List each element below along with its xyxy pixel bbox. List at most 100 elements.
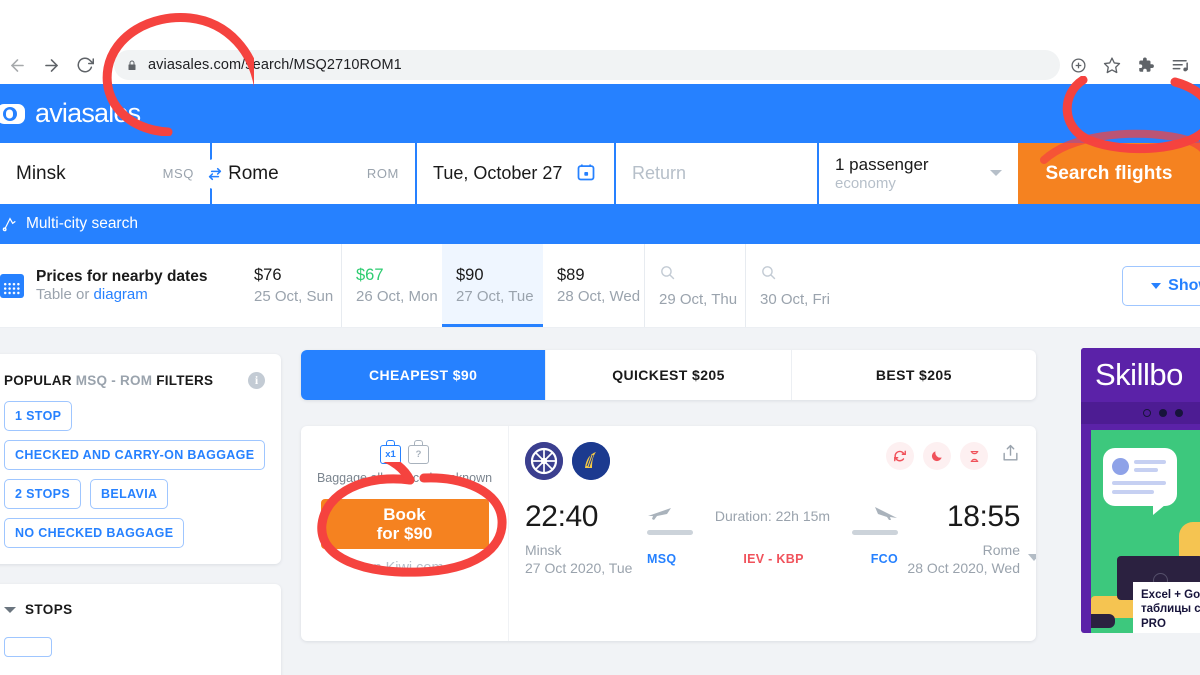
origin-code: MSQ: [162, 166, 194, 181]
flight-detail-column: 22:40 Minsk 27 Oct 2020, Tue Duration: 2…: [509, 426, 1036, 641]
lock-icon: [126, 59, 138, 72]
passengers-selector[interactable]: 1 passenger economy: [819, 143, 1018, 204]
popular-label: POPULAR: [4, 373, 72, 388]
airport-change-icon[interactable]: [886, 442, 914, 470]
route-bar-left: [647, 530, 693, 535]
sort-tabs: CHEAPEST $90 QUICKEST $205 BEST $205: [301, 350, 1036, 400]
departure-time: 22:40: [525, 500, 599, 533]
kiwi-logo: [525, 442, 563, 480]
route-bar-right: [852, 530, 898, 535]
tab-quickest[interactable]: QUICKEST $205: [545, 350, 790, 400]
ad-caption-line-3: PRO: [1141, 617, 1166, 630]
ad-banner[interactable]: Skillbo Excel + Go таблицы с PRO: [1081, 348, 1200, 633]
nearby-date-cell[interactable]: $89 28 Oct, Wed: [543, 244, 644, 327]
shoe-shape: [1091, 614, 1115, 628]
nearby-date-cell[interactable]: $76 25 Oct, Sun: [240, 244, 341, 327]
tab-best[interactable]: BEST $205: [790, 350, 1036, 400]
forward-arrow-icon[interactable]: [34, 48, 68, 82]
transfer-airports: IEV - KBP: [743, 552, 804, 566]
page-root: aviasales.com/search/MSQ2710ROM1 aviasal…: [0, 0, 1200, 675]
popular-filters-header: POPULAR MSQ - ROM FILTERS i: [4, 372, 265, 389]
booking-column: x1 ? Baggage allowance is unknown Book f…: [301, 426, 509, 641]
bookmark-star-icon[interactable]: [1103, 56, 1121, 74]
nearby-dates-subtitle: Table or diagram: [36, 286, 207, 303]
route-codes: MSQ IEV - KBP FCO: [647, 552, 898, 566]
filters-sidebar: POPULAR MSQ - ROM FILTERS i 1 STOP CHECK…: [0, 354, 281, 675]
ryanair-logo: [572, 442, 610, 480]
search-icon: [760, 264, 846, 286]
book-button[interactable]: Book for $90: [320, 499, 489, 549]
tab-cheapest[interactable]: CHEAPEST $90: [301, 350, 546, 400]
stops-filter-header[interactable]: STOPS: [4, 602, 265, 617]
results-column: CHEAPEST $90 QUICKEST $205 BEST $205 x1 …: [301, 350, 1036, 641]
aviasales-logo[interactable]: aviasales: [0, 98, 141, 129]
info-icon[interactable]: i: [248, 372, 265, 389]
multi-city-label: Multi-city search: [26, 215, 138, 232]
back-arrow-icon[interactable]: [0, 48, 34, 82]
origin-input[interactable]: Minsk MSQ: [0, 143, 210, 204]
stops-filter-chip[interactable]: [4, 637, 52, 657]
return-date-input[interactable]: Return: [616, 143, 817, 204]
chevron-down-icon: [990, 170, 1002, 176]
filter-chip-checked-carryon[interactable]: CHECKED AND CARRY-ON BAGGAGE: [4, 440, 266, 470]
show-prices-button[interactable]: Show: [1122, 266, 1200, 306]
ad-brand-name: Skillbo: [1095, 357, 1183, 392]
flight-duration: Duration: 22h 15m: [714, 507, 831, 524]
address-bar[interactable]: aviasales.com/search/MSQ2710ROM1: [114, 50, 1060, 80]
passengers-count: 1 passenger: [835, 155, 929, 175]
ad-brand-header: Skillbo: [1081, 348, 1200, 402]
book-label: Book: [383, 504, 426, 524]
reload-icon[interactable]: [68, 48, 102, 82]
arrival-block: 18:55 Rome 28 Oct 2020, Wed: [898, 500, 1020, 577]
long-layover-icon[interactable]: [960, 442, 988, 470]
carousel-dot[interactable]: [1175, 409, 1183, 417]
results-area: POPULAR MSQ - ROM FILTERS i 1 STOP CHECK…: [0, 328, 1200, 675]
destination-code: ROM: [366, 166, 399, 181]
baggage-icons: x1 ?: [380, 440, 429, 464]
return-date-placeholder: Return: [632, 163, 687, 183]
arrival-time: 18:55: [946, 500, 1020, 533]
nearby-date-cell-selected[interactable]: $90 27 Oct, Tue: [442, 244, 543, 327]
booking-agency: on Kiwi.com: [365, 560, 444, 576]
search-icon: [659, 264, 745, 286]
extensions-puzzle-icon[interactable]: [1137, 56, 1155, 74]
departure-block: 22:40 Minsk 27 Oct 2020, Tue: [525, 500, 647, 577]
multi-city-search-link[interactable]: Multi-city search: [0, 204, 1200, 244]
filter-chip-list: 1 STOP CHECKED AND CARRY-ON BAGGAGE 2 ST…: [4, 401, 266, 548]
nearby-date-price: $90: [456, 266, 484, 284]
browser-menu-icon[interactable]: [1171, 56, 1190, 75]
swap-arrows-icon[interactable]: [202, 161, 228, 187]
cabin-class: economy: [835, 174, 896, 192]
filter-chip-no-checked-baggage[interactable]: NO CHECKED BAGGAGE: [4, 518, 185, 548]
route-line: Duration: 22h 15m: [647, 505, 898, 526]
filter-chip-belavia[interactable]: BELAVIA: [90, 479, 169, 509]
ad-carousel-dots[interactable]: [1081, 402, 1200, 424]
multi-city-icon: [2, 217, 16, 232]
filter-chip-2-stops[interactable]: 2 STOPS: [4, 479, 82, 509]
origin-city: Minsk: [16, 162, 66, 184]
filters-label: FILTERS: [156, 373, 214, 388]
depart-date-input[interactable]: Tue, October 27: [417, 143, 614, 204]
nearby-date-label: 30 Oct, Fri: [760, 290, 831, 308]
aviasales-logo-icon: [0, 99, 26, 129]
share-icon[interactable]: [1001, 444, 1020, 468]
carousel-dot[interactable]: [1159, 409, 1167, 417]
nearby-date-cell[interactable]: 30 Oct, Fri: [745, 244, 846, 327]
filter-chip-1-stop[interactable]: 1 STOP: [4, 401, 73, 431]
checked-bag-icon: ?: [408, 440, 429, 464]
expand-flight-chevron-icon[interactable]: [1028, 554, 1036, 561]
nearby-date-cell[interactable]: $67 26 Oct, Mon: [341, 244, 442, 327]
flight-itinerary: 22:40 Minsk 27 Oct 2020, Tue Duration: 2…: [525, 500, 1020, 577]
night-transfer-icon[interactable]: [923, 442, 951, 470]
landing-icon: [872, 505, 898, 526]
table-view-label[interactable]: Table: [36, 286, 72, 303]
ad-caption: Excel + Goog таблицы с 0 PRO: [1133, 581, 1200, 633]
calendar-icon: [576, 162, 596, 187]
install-icon[interactable]: [1070, 57, 1087, 74]
ad-caption-line-2: таблицы с 0: [1141, 603, 1200, 616]
diagram-view-link[interactable]: diagram: [94, 286, 148, 303]
destination-input[interactable]: Rome ROM: [212, 143, 415, 204]
nearby-date-cell[interactable]: 29 Oct, Thu: [644, 244, 745, 327]
search-flights-button[interactable]: Search flights: [1018, 143, 1200, 204]
carousel-dot[interactable]: [1143, 409, 1151, 417]
